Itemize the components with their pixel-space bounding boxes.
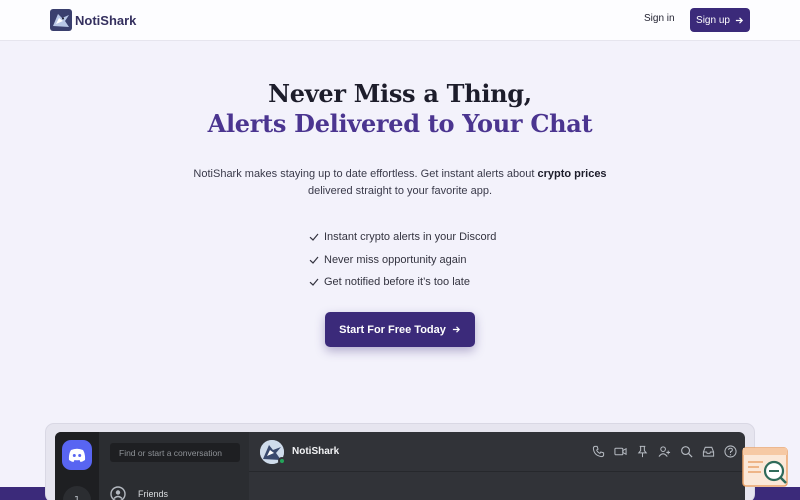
- brand-name: NotiShark: [75, 12, 137, 28]
- video-icon[interactable]: [614, 445, 627, 458]
- check-icon: [309, 278, 319, 287]
- hero-subtitle: NotiShark makes staying up to date effor…: [0, 166, 800, 200]
- hero-title-line-2: Alerts Delivered to Your Chat: [207, 109, 593, 138]
- friends-label: Friends: [138, 489, 169, 499]
- feature-item: Never miss opportunity again: [309, 249, 496, 272]
- pin-icon[interactable]: [636, 445, 649, 458]
- help-icon[interactable]: [724, 445, 737, 458]
- arrow-right-icon: [452, 326, 460, 333]
- discord-mockup: 1 Friends NotiShark: [55, 432, 745, 500]
- inbox-icon[interactable]: [702, 445, 715, 458]
- discord-icon: [68, 448, 86, 462]
- feature-text: Get notified before it’s too late: [324, 276, 470, 289]
- feature-item: Instant crypto alerts in your Discord: [309, 226, 496, 249]
- feature-text: Instant crypto alerts in your Discord: [324, 231, 497, 244]
- feedback-widget-icon[interactable]: [741, 446, 791, 488]
- cta-label: Start For Free Today: [339, 323, 446, 336]
- friends-icon: [110, 486, 126, 500]
- subtitle-text-2: delivered straight to your favorite app.: [307, 185, 493, 197]
- hero-heading: Never Miss a Thing, Alerts Delivered to …: [0, 79, 800, 139]
- chat-header: NotiShark: [249, 432, 745, 472]
- arrow-right-icon: [735, 16, 743, 24]
- chat-title: NotiShark: [292, 446, 340, 457]
- subtitle-emphasis: crypto prices: [537, 168, 607, 180]
- conversation-search-input[interactable]: [110, 443, 240, 462]
- sign-in-link[interactable]: Sign in: [644, 13, 675, 24]
- search-icon[interactable]: [680, 445, 693, 458]
- feature-item: Get notified before it’s too late: [309, 271, 496, 294]
- sign-up-label: Sign up: [696, 14, 730, 26]
- online-status-icon: [278, 457, 286, 465]
- shark-logo-icon: [50, 9, 72, 31]
- dm-panel: Friends: [99, 432, 249, 500]
- check-icon: [309, 256, 319, 264]
- sign-up-button[interactable]: Sign up: [690, 8, 750, 32]
- server-icon[interactable]: 1: [63, 486, 91, 500]
- subtitle-text-1: NotiShark makes staying up to date effor…: [193, 168, 538, 180]
- server-rail: 1: [55, 432, 99, 500]
- hero-title-line-1: Never Miss a Thing,: [268, 79, 532, 108]
- site-header: NotiShark Sign in Sign up: [0, 0, 800, 41]
- discord-home-button[interactable]: [62, 440, 92, 470]
- brand-logo[interactable]: NotiShark: [50, 9, 136, 31]
- check-icon: [309, 233, 319, 242]
- add-member-icon[interactable]: [658, 445, 671, 458]
- friends-nav-item[interactable]: Friends: [110, 486, 168, 500]
- feature-list: Instant crypto alerts in your Discord Ne…: [309, 226, 496, 294]
- start-free-button[interactable]: Start For Free Today: [325, 312, 475, 347]
- phone-icon[interactable]: [592, 445, 605, 458]
- feature-text: Never miss opportunity again: [324, 253, 467, 266]
- chat-toolbar: [592, 445, 737, 458]
